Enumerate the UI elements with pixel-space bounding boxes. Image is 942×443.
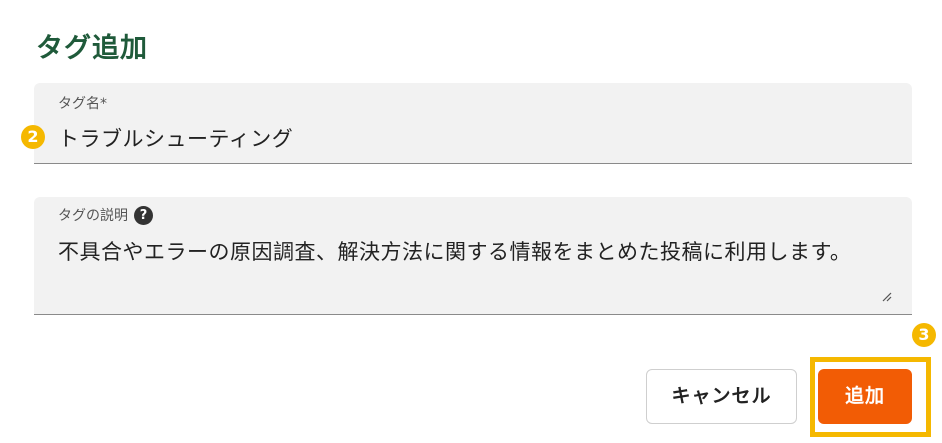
tag-name-input[interactable]: トラブルシューティング [58, 123, 293, 153]
question-circle-icon[interactable]: ? [134, 205, 153, 225]
step-3-badge: 3 [912, 323, 936, 347]
resize-handle-icon[interactable] [880, 290, 892, 302]
tag-description-label: タグの説明 [58, 208, 128, 224]
tag-description-field[interactable]: タグの説明 ? 不具合やエラーの原因調査、解決方法に関する情報をまとめた投稿に利… [34, 197, 912, 315]
tag-name-field[interactable]: タグ名* トラブルシューティング [34, 83, 912, 164]
tag-name-label: タグ名* [58, 96, 107, 112]
step-2-badge: 2 [21, 125, 45, 149]
dialog-title: タグ追加 [36, 33, 148, 64]
tag-description-label-row: タグの説明 ? [58, 205, 153, 225]
add-button[interactable]: 追加 [818, 369, 912, 424]
tag-description-textarea[interactable]: 不具合やエラーの原因調査、解決方法に関する情報をまとめた投稿に利用します。 [58, 235, 898, 270]
cancel-button[interactable]: キャンセル [646, 369, 797, 424]
